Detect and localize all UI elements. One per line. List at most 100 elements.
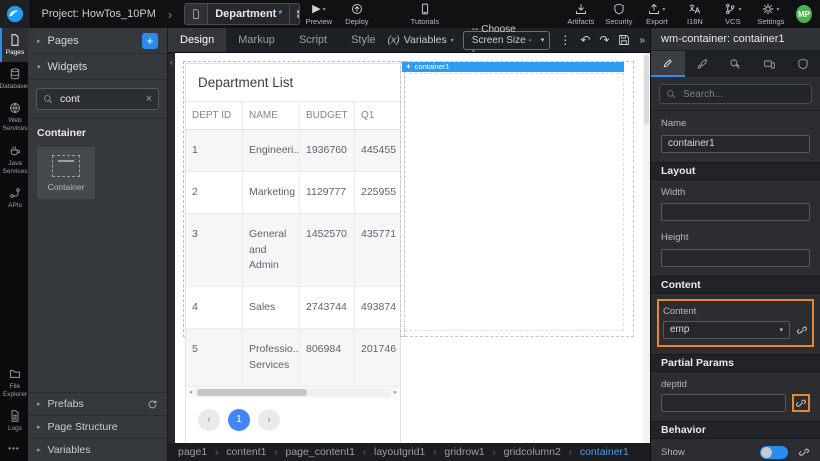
partial-params-section-header: Partial Params <box>651 354 820 372</box>
gear-icon <box>762 3 774 15</box>
container-widget-tile[interactable]: Container <box>37 147 95 199</box>
rail-item-web-services[interactable]: Web Services <box>0 96 28 138</box>
table-row[interactable]: 3General and Admin1452570435771 <box>186 214 400 287</box>
table-horizontal-scrollbar[interactable]: ◂ ▸ <box>186 387 400 398</box>
active-page-tab[interactable]: Department * <box>184 3 300 25</box>
pages-icon <box>9 34 21 46</box>
scrollbar-thumb[interactable] <box>197 389 307 396</box>
page-layout-grid-icon[interactable] <box>289 4 300 24</box>
rail-item-pages[interactable]: Pages <box>0 28 28 62</box>
more-menu-icon[interactable]: ⋮ <box>559 34 571 46</box>
column-header[interactable]: NAME <box>242 102 299 129</box>
tab-properties[interactable] <box>651 51 685 77</box>
breadcrumb-item[interactable]: page1 <box>178 446 207 458</box>
tab-security[interactable] <box>786 51 820 77</box>
i18n-icon <box>688 3 701 15</box>
pagination-prev-button[interactable]: ‹ <box>198 409 220 431</box>
artifacts-button[interactable]: Artifacts <box>562 3 600 26</box>
scroll-left-icon[interactable]: ◂ <box>186 389 195 396</box>
properties-search-input[interactable] <box>681 88 805 101</box>
preview-button[interactable]: ▶▾ Preview <box>300 3 338 26</box>
tab-script[interactable]: Script <box>287 28 339 52</box>
tab-devices[interactable] <box>752 51 786 77</box>
content-select[interactable]: emp ▾ <box>663 321 790 339</box>
table-row[interactable]: 5Professio... Services806984201746 <box>186 329 400 386</box>
widgets-section-header[interactable]: ▾ Widgets <box>28 54 167 80</box>
scrollbar-track[interactable] <box>195 388 391 397</box>
rail-more-button[interactable]: ••• <box>0 438 28 461</box>
breadcrumb-item-active[interactable]: container1 <box>580 446 629 458</box>
export-button[interactable]: ▾ Export <box>638 3 676 26</box>
undo-icon[interactable]: ↶ <box>580 34 590 46</box>
container1-selection-bar[interactable]: + container1 <box>402 62 624 72</box>
tab-markup[interactable]: Markup <box>226 28 287 52</box>
vcs-button[interactable]: ▾ VCS <box>714 3 752 26</box>
show-toggle[interactable] <box>760 446 788 459</box>
app-logo[interactable] <box>0 0 30 28</box>
properties-search[interactable] <box>659 84 812 104</box>
column-header[interactable]: DEPT ID <box>186 102 242 129</box>
rail-item-logs[interactable]: Logs <box>0 404 28 438</box>
pagination-next-button[interactable]: › <box>258 409 280 431</box>
column-header[interactable]: BUDGET <box>299 102 354 129</box>
page-area[interactable]: Department List DEPT IDNAMEBUDGETQ1 1Eng… <box>175 53 650 443</box>
rail-item-file-explorer[interactable]: File Explorer <box>0 362 28 404</box>
tutorials-button[interactable]: Tutorials <box>406 3 444 26</box>
scroll-right-icon[interactable]: ▸ <box>391 389 400 396</box>
breadcrumb-item[interactable]: page_content1 <box>286 446 355 458</box>
rail-item-databases[interactable]: Databases <box>0 62 28 96</box>
breadcrumb-item[interactable]: content1 <box>226 446 266 458</box>
bind-link-icon[interactable] <box>795 397 807 409</box>
widget-search-input[interactable] <box>58 92 141 106</box>
settings-button[interactable]: ▾ Settings <box>752 3 790 26</box>
bind-link-icon[interactable] <box>798 446 810 458</box>
width-input[interactable] <box>661 203 810 221</box>
prefabs-section-header[interactable]: ▸ Prefabs <box>28 392 167 415</box>
breadcrumb-item[interactable]: gridrow1 <box>444 446 484 458</box>
bind-link-icon[interactable] <box>796 324 808 336</box>
user-avatar[interactable]: MP <box>796 5 812 23</box>
canvas-vertical-scrollbar[interactable] <box>643 53 650 443</box>
collapsed-arrow-icon: ▸ <box>37 37 41 45</box>
refresh-icon[interactable] <box>147 399 158 410</box>
design-canvas: ‹ Department List DEPT IDNAMEBUDGETQ1 1E… <box>168 53 650 443</box>
breadcrumb-item[interactable]: layoutgrid1 <box>374 446 425 458</box>
redo-icon[interactable]: ↷ <box>599 34 609 46</box>
add-page-button[interactable]: + <box>142 33 158 49</box>
table-cell: 225955 <box>354 172 400 213</box>
clear-search-icon[interactable]: × <box>146 93 152 105</box>
variables-section-header[interactable]: ▸ Variables <box>28 438 167 461</box>
tab-inspect[interactable] <box>719 51 753 77</box>
breadcrumb-item[interactable]: gridcolumn2 <box>504 446 561 458</box>
table-row[interactable]: 4Sales2743744493874 <box>186 287 400 329</box>
column-header[interactable]: Q1 <box>354 102 400 129</box>
screen-size-select[interactable]: -- Choose Screen Size -- ▾ <box>463 31 551 50</box>
tab-design[interactable]: Design <box>168 28 226 52</box>
tab-styles[interactable] <box>685 51 719 77</box>
content-section-header: Content <box>651 276 820 294</box>
tab-style[interactable]: Style <box>339 28 387 52</box>
nav-chevron-icon: › <box>168 7 172 22</box>
collapse-panel-icon[interactable]: » <box>639 35 645 46</box>
table-row[interactable]: 1Engineeri...1936760445455 <box>186 130 400 172</box>
i18n-button[interactable]: I18N <box>676 3 714 26</box>
security-button[interactable]: Security <box>600 3 638 26</box>
rail-item-java-services[interactable]: Java Services <box>0 139 28 181</box>
deptid-input[interactable] <box>661 394 786 412</box>
caret-down-icon: ▾ <box>779 326 783 334</box>
widget-search[interactable]: × <box>36 88 159 110</box>
variables-dropdown[interactable]: (x) Variables ▾ <box>388 34 454 46</box>
department-table-widget[interactable]: Department List DEPT IDNAMEBUDGETQ1 1Eng… <box>185 63 401 443</box>
scrollbar-thumb[interactable] <box>644 55 649 125</box>
pages-section-header[interactable]: ▸ Pages + <box>28 28 167 54</box>
caret-down-icon: ▾ <box>541 36 545 44</box>
height-input[interactable] <box>661 249 810 267</box>
name-input[interactable] <box>661 135 810 153</box>
page-structure-section-header[interactable]: ▸ Page Structure <box>28 415 167 438</box>
canvas-left-splitter[interactable]: ‹ <box>168 53 175 443</box>
deploy-button[interactable]: Deploy <box>338 3 376 26</box>
save-icon[interactable] <box>618 34 630 46</box>
pagination-page-1[interactable]: 1 <box>228 409 250 431</box>
table-row[interactable]: 2Marketing1129777225955 <box>186 172 400 214</box>
rail-item-apis[interactable]: APIs <box>0 181 28 215</box>
